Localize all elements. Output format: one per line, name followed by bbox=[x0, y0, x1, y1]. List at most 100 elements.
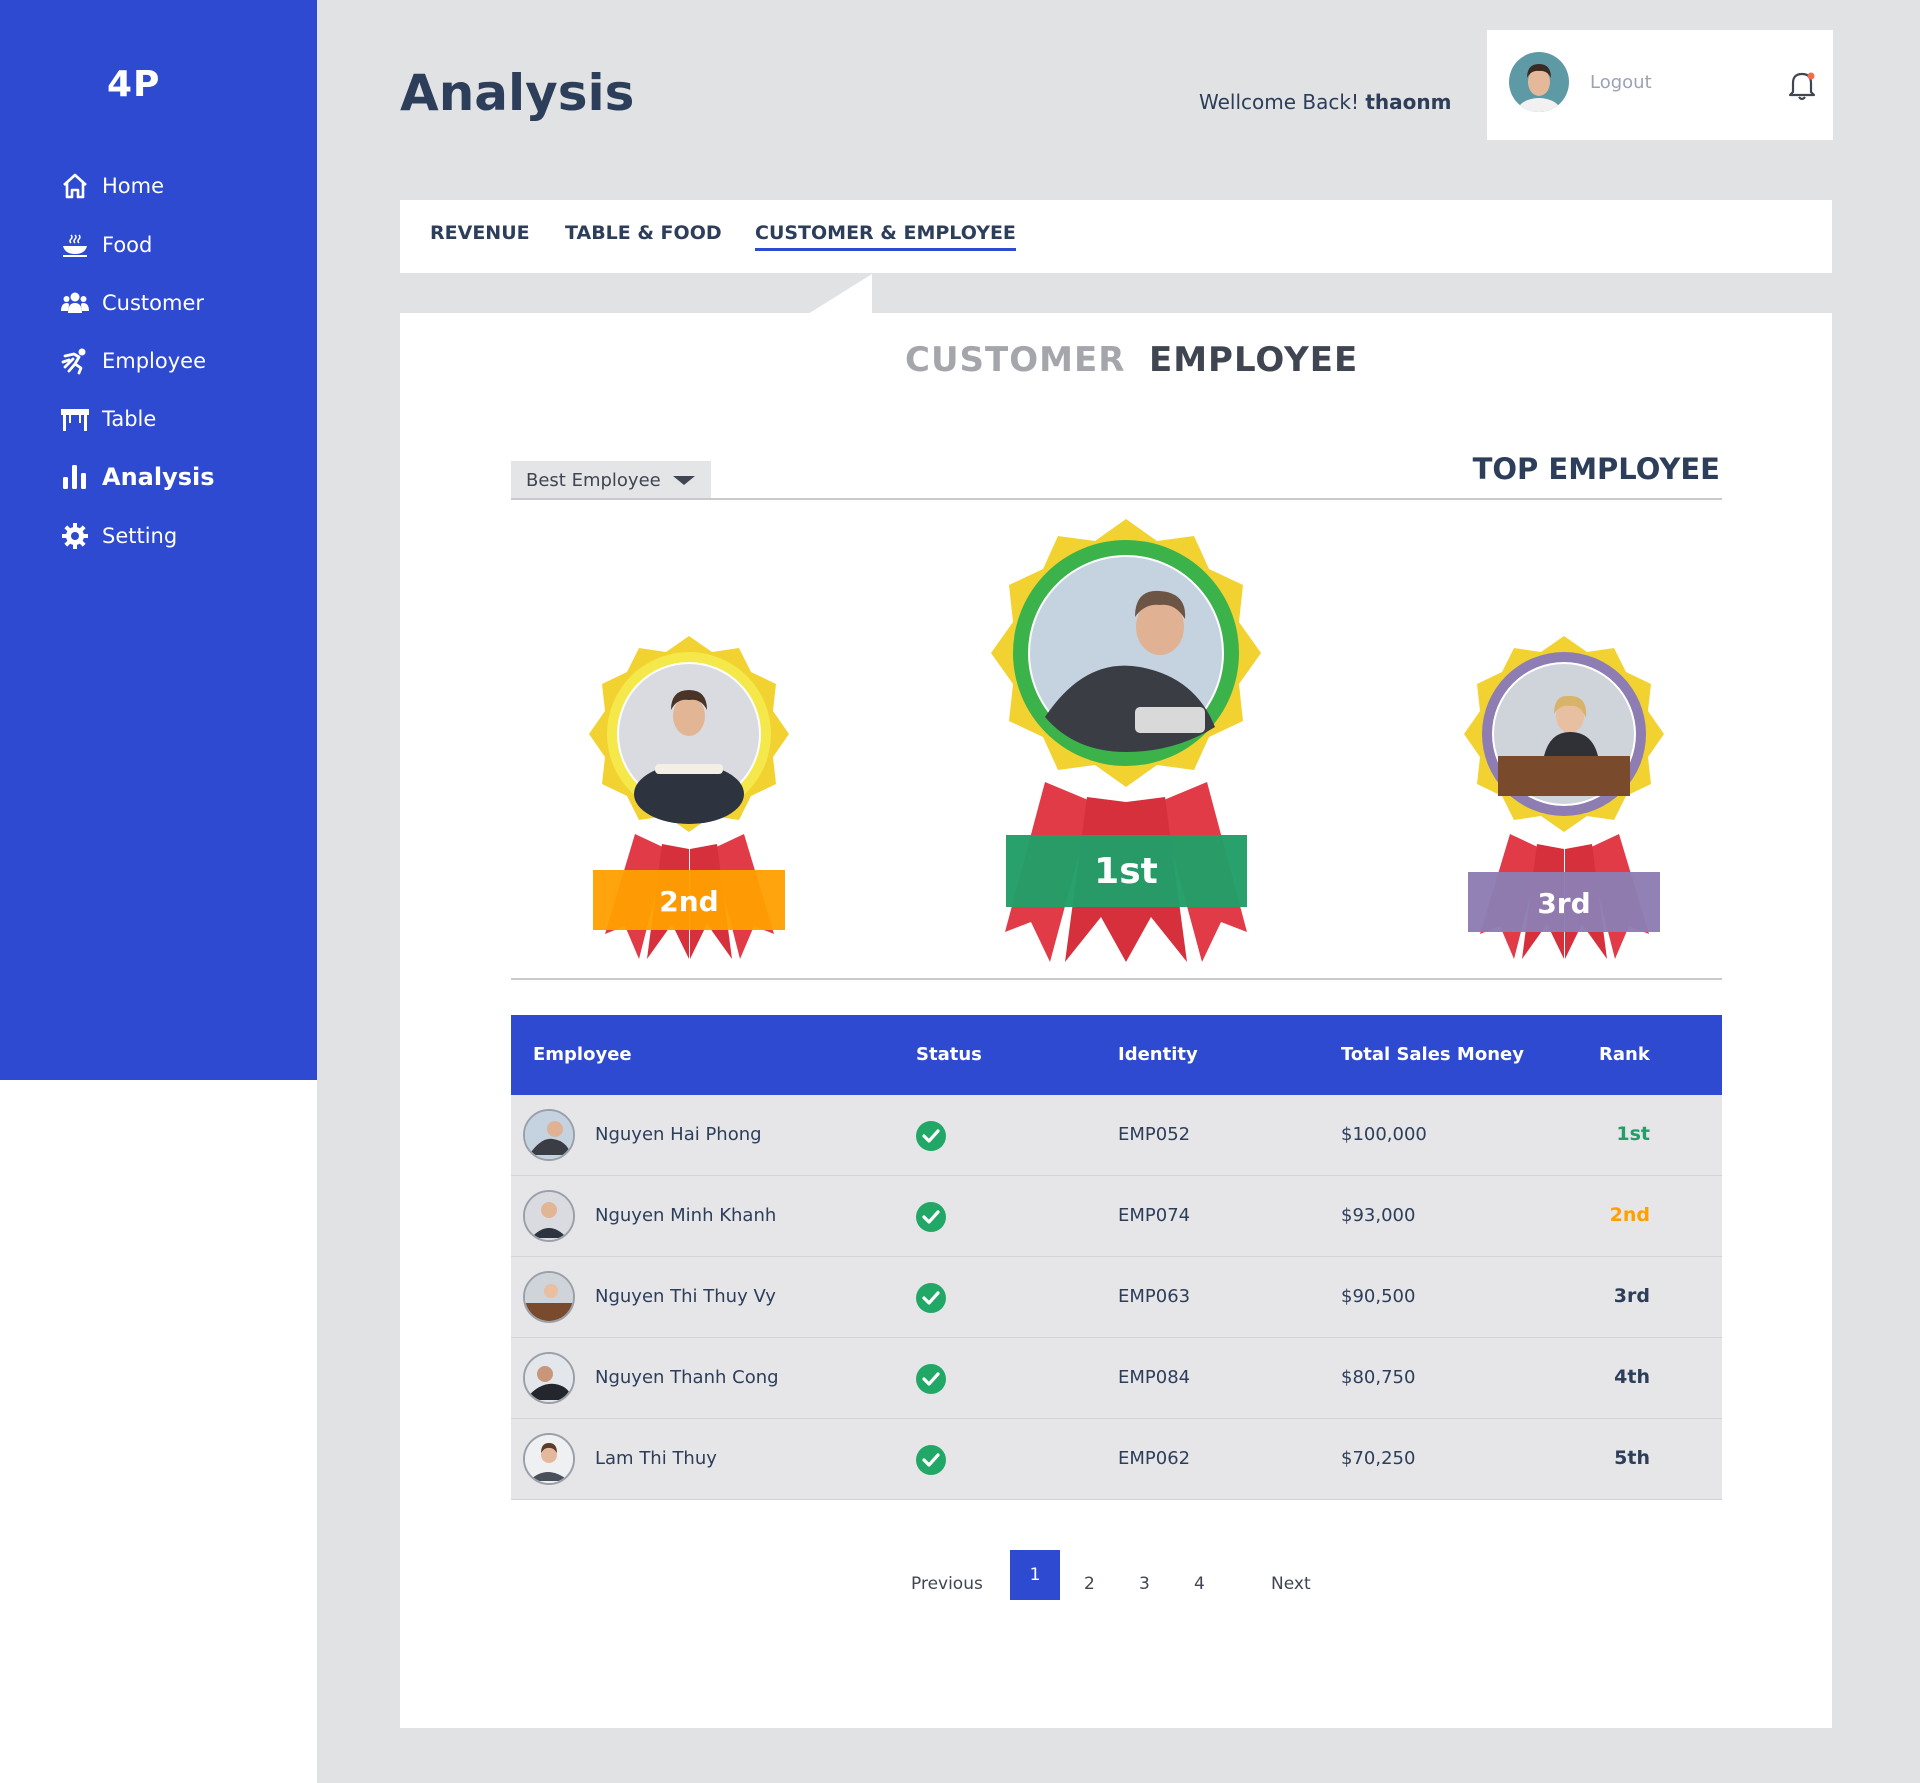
username: thaonm bbox=[1365, 90, 1452, 114]
sidebar-item-label: Food bbox=[102, 233, 153, 257]
chevron-down-icon bbox=[673, 476, 695, 485]
table-row[interactable]: Nguyen Minh Khanh EMP074 $93,000 2nd bbox=[511, 1176, 1722, 1257]
sidebar-item-setting[interactable]: Setting bbox=[60, 516, 177, 556]
employee-sales: $70,250 bbox=[1341, 1448, 1416, 1469]
tab-revenue[interactable]: REVENUE bbox=[430, 222, 530, 244]
pagination-page-1[interactable]: 1 bbox=[1010, 1550, 1060, 1600]
medal-first: 1st bbox=[991, 519, 1261, 962]
sidebar-item-label: Analysis bbox=[102, 463, 215, 491]
avatar bbox=[523, 1109, 575, 1161]
sidebar-item-customer[interactable]: Customer bbox=[60, 283, 204, 323]
table-row[interactable]: Lam Thi Thuy EMP062 $70,250 5th bbox=[511, 1419, 1722, 1500]
divider bbox=[511, 498, 1722, 500]
employee-name: Nguyen Thanh Cong bbox=[595, 1367, 779, 1388]
sidebar-item-analysis[interactable]: Analysis bbox=[60, 457, 215, 497]
page-title: Analysis bbox=[400, 64, 635, 122]
analysis-icon bbox=[60, 462, 90, 492]
ranking-filter-value: Best Employee bbox=[526, 469, 661, 491]
employee-name: Lam Thi Thuy bbox=[595, 1448, 717, 1469]
sidebar-item-label: Table bbox=[102, 407, 157, 431]
avatar bbox=[523, 1271, 575, 1323]
pagination-page-4[interactable]: 4 bbox=[1194, 1574, 1205, 1594]
logout-link[interactable]: Logout bbox=[1590, 72, 1652, 93]
employee-photo bbox=[1030, 557, 1222, 752]
sidebar-item-food[interactable]: Food bbox=[60, 225, 152, 265]
employee-name: Nguyen Hai Phong bbox=[595, 1124, 762, 1145]
medal-second: 2nd bbox=[589, 636, 789, 959]
pagination-page-2[interactable]: 2 bbox=[1084, 1574, 1095, 1594]
user-card: Logout bbox=[1487, 30, 1833, 140]
tab-pointer bbox=[808, 274, 872, 314]
gear-icon bbox=[60, 521, 90, 551]
employee-rank: 3rd bbox=[1613, 1285, 1650, 1307]
employee-photo bbox=[619, 664, 759, 824]
avatar[interactable] bbox=[1509, 52, 1569, 112]
ranking-filter-select[interactable]: Best Employee bbox=[511, 461, 711, 499]
employee-identity: EMP062 bbox=[1118, 1448, 1191, 1469]
medal-third-label: 3rd bbox=[1537, 887, 1590, 920]
subtab-employee[interactable]: EMPLOYEE bbox=[1149, 340, 1358, 380]
employee-identity: EMP063 bbox=[1118, 1286, 1191, 1307]
employee-name: Nguyen Thi Thuy Vy bbox=[595, 1286, 776, 1307]
table-row[interactable]: Nguyen Thi Thuy Vy EMP063 $90,500 3rd bbox=[511, 1257, 1722, 1338]
employee-identity: EMP052 bbox=[1118, 1124, 1191, 1145]
employee-photo bbox=[1494, 664, 1634, 804]
subtab-customer[interactable]: CUSTOMER bbox=[905, 340, 1125, 380]
column-header-status[interactable]: Status bbox=[916, 1044, 982, 1065]
analysis-tabs: REVENUE TABLE & FOOD CUSTOMER & EMPLOYEE bbox=[400, 200, 1832, 273]
food-icon bbox=[60, 230, 90, 260]
sidebar-item-label: Home bbox=[102, 174, 165, 198]
home-icon bbox=[60, 171, 90, 201]
employee-rank: 5th bbox=[1614, 1447, 1650, 1469]
employee-icon bbox=[60, 346, 90, 376]
employee-rank: 2nd bbox=[1609, 1204, 1650, 1226]
pagination-next[interactable]: Next bbox=[1271, 1574, 1311, 1594]
pagination-previous[interactable]: Previous bbox=[911, 1574, 983, 1594]
employee-identity: EMP074 bbox=[1118, 1205, 1191, 1226]
sidebar-spacer bbox=[0, 1080, 317, 1783]
table-row[interactable]: Nguyen Thanh Cong EMP084 $80,750 4th bbox=[511, 1338, 1722, 1419]
sidebar-item-label: Customer bbox=[102, 291, 205, 315]
medal-second-label: 2nd bbox=[659, 885, 718, 918]
sidebar-item-table[interactable]: Table bbox=[60, 399, 156, 439]
employee-sales: $93,000 bbox=[1341, 1205, 1416, 1226]
employee-sales: $80,750 bbox=[1341, 1367, 1416, 1388]
employee-sales: $100,000 bbox=[1341, 1124, 1427, 1145]
check-circle-icon bbox=[916, 1283, 946, 1313]
customer-icon bbox=[60, 288, 90, 318]
app-logo: 4P bbox=[107, 64, 161, 105]
check-circle-icon bbox=[916, 1445, 946, 1475]
tab-table-food[interactable]: TABLE & FOOD bbox=[565, 222, 722, 244]
column-header-identity[interactable]: Identity bbox=[1118, 1044, 1198, 1065]
column-header-employee[interactable]: Employee bbox=[533, 1044, 632, 1065]
medal-first-label: 1st bbox=[1094, 851, 1158, 892]
sidebar-item-label: Setting bbox=[102, 524, 178, 548]
table-row[interactable]: Nguyen Hai Phong EMP052 $100,000 1st bbox=[511, 1095, 1722, 1176]
pagination-page-3[interactable]: 3 bbox=[1139, 1574, 1150, 1594]
sidebar: 4P Home Food Customer Employee Table Ana… bbox=[0, 0, 317, 1080]
divider bbox=[511, 978, 1722, 980]
employee-name: Nguyen Minh Khanh bbox=[595, 1205, 777, 1226]
avatar bbox=[523, 1352, 575, 1404]
tab-customer-employee[interactable]: CUSTOMER & EMPLOYEE bbox=[755, 222, 1016, 251]
bell-icon[interactable] bbox=[1787, 68, 1817, 102]
avatar bbox=[523, 1190, 575, 1242]
employee-sales: $90,500 bbox=[1341, 1286, 1416, 1307]
sidebar-item-label: Employee bbox=[102, 349, 207, 373]
sidebar-item-employee[interactable]: Employee bbox=[60, 341, 206, 381]
column-header-sales[interactable]: Total Sales Money bbox=[1341, 1044, 1524, 1065]
table-header: Employee Status Identity Total Sales Mon… bbox=[511, 1015, 1722, 1095]
check-circle-icon bbox=[916, 1121, 946, 1151]
check-circle-icon bbox=[916, 1364, 946, 1394]
employee-rank: 4th bbox=[1614, 1366, 1650, 1388]
check-circle-icon bbox=[916, 1202, 946, 1232]
section-title: TOP EMPLOYEE bbox=[1472, 452, 1720, 486]
sidebar-item-home[interactable]: Home bbox=[60, 166, 164, 206]
column-header-rank[interactable]: Rank bbox=[1599, 1044, 1650, 1065]
medal-third: 3rd bbox=[1464, 636, 1664, 959]
avatar bbox=[523, 1433, 575, 1485]
employee-identity: EMP084 bbox=[1118, 1367, 1191, 1388]
welcome-message: Wellcome Back! thaonm bbox=[1199, 90, 1451, 114]
welcome-text: Wellcome Back! bbox=[1199, 90, 1359, 114]
employee-table: Employee Status Identity Total Sales Mon… bbox=[511, 1015, 1722, 1500]
